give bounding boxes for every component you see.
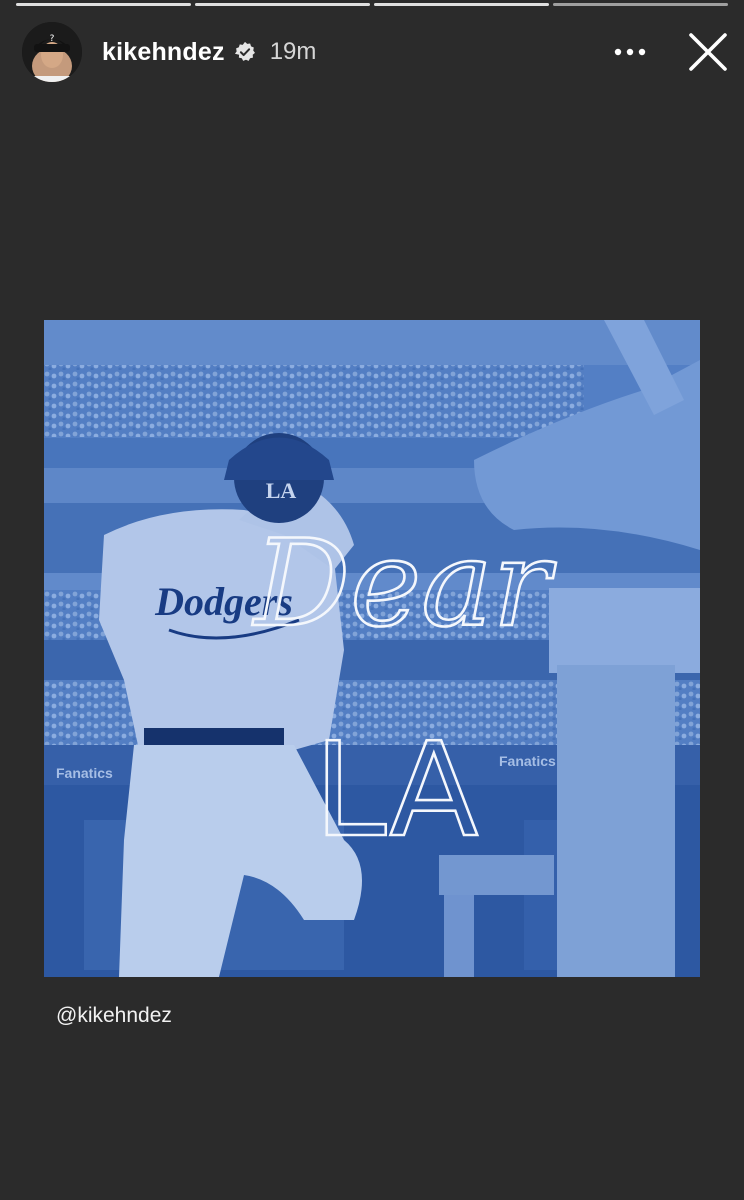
overlay-text-dear: Dear: [252, 515, 557, 654]
avatar[interactable]: ?: [22, 22, 82, 82]
svg-text:?: ?: [50, 34, 55, 44]
progress-segment: [374, 3, 549, 6]
story-image[interactable]: Fanatics Fanatics LA Dodgers Dear LA: [44, 320, 700, 977]
close-icon[interactable]: [686, 30, 730, 74]
story-progress-bar: [16, 3, 728, 7]
post-timestamp: 19m: [269, 38, 317, 65]
progress-segment: [16, 3, 191, 6]
dodgers-player-photo: Fanatics Fanatics LA Dodgers Dear LA: [44, 320, 700, 977]
more-options-icon: [614, 48, 646, 56]
progress-segment-current: [553, 3, 728, 6]
more-options-button[interactable]: [610, 32, 650, 72]
overlay-text-la: LA: [314, 714, 478, 866]
user-avatar-icon: ?: [22, 22, 82, 82]
story-header: ? kikehndez 19m: [22, 20, 730, 84]
verified-badge-icon: [234, 41, 255, 61]
username[interactable]: kikehndez: [102, 38, 225, 67]
mention-tag[interactable]: @kikehndez: [56, 1004, 172, 1028]
progress-segment: [195, 3, 370, 6]
